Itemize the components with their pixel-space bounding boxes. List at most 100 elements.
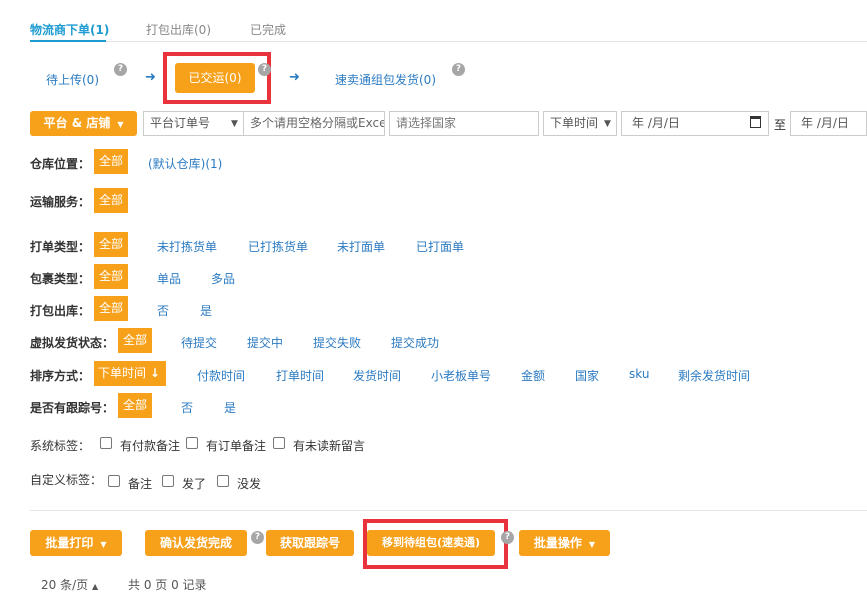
end-date-input[interactable]: 年 /月/日 (790, 111, 867, 136)
help-icon[interactable]: ? (452, 63, 465, 76)
move-to-group-button[interactable]: 移到待组包(速卖通) (367, 530, 495, 556)
calendar-icon[interactable] (750, 116, 761, 128)
section-divider (30, 510, 867, 511)
page-size-select[interactable]: 20 条/页 ▲ (41, 576, 98, 593)
pager-summary: 共 0 页 0 记录 (128, 578, 207, 592)
shipping-service-label: 运输服务： (30, 195, 91, 209)
tracking-all-chip[interactable]: 全部 (118, 393, 152, 418)
confirm-ship-button[interactable]: 确认发货完成 (145, 530, 247, 556)
sort-option[interactable]: 打单时间 (276, 367, 324, 384)
sort-option[interactable]: 发货时间 (353, 367, 401, 384)
package-type-all-chip[interactable]: 全部 (94, 264, 128, 289)
order-number-input[interactable]: 多个请用空格分隔或Excel复制粘贴 (244, 111, 385, 136)
tag-checkbox[interactable] (100, 437, 112, 449)
flow-step-pending-upload[interactable]: 待上传(0) (46, 71, 99, 88)
print-type-option[interactable]: 未打拣货单 (157, 238, 217, 255)
custom-tag-label: 没发 (237, 477, 262, 491)
help-icon[interactable]: ? (251, 531, 264, 544)
pack-out-all-chip[interactable]: 全部 (94, 296, 128, 321)
custom-tag-checkbox[interactable] (217, 475, 229, 487)
order-type-select[interactable]: 平台订单号 (143, 111, 244, 136)
sort-option[interactable]: 剩余发货时间 (678, 367, 750, 384)
flow-step-aliexpress-group[interactable]: 速卖通组包发货(0) (335, 71, 436, 88)
custom-tag-checkbox[interactable] (162, 475, 174, 487)
custom-tag-checkbox[interactable] (108, 475, 120, 487)
start-date-value: 年 /月/日 (632, 116, 680, 130)
virtual-ship-status-label: 虚拟发货状态： (30, 336, 115, 350)
time-type-select-value: 下单时间 (550, 116, 599, 130)
print-type-option[interactable]: 已打面单 (416, 238, 464, 255)
end-date-value: 年 /月/日 (801, 116, 849, 130)
country-input[interactable]: 请选择国家 (389, 111, 539, 136)
platform-store-label: 平台 & 店铺 (43, 116, 111, 130)
page-size-value: 20 条/页 (41, 578, 89, 592)
virtual-status-option[interactable]: 待提交 (181, 334, 217, 351)
caret-down-icon: ▼ (97, 540, 107, 549)
warehouse-option-default[interactable]: (默认仓库)(1) (148, 155, 222, 172)
virtual-status-option[interactable]: 提交中 (247, 334, 283, 351)
tag-label: 有订单备注 (206, 439, 267, 453)
warehouse-label: 仓库位置： (30, 157, 91, 171)
caret-down-icon: ▼ (114, 120, 124, 129)
virtual-status-option[interactable]: 提交成功 (391, 334, 439, 351)
caret-up-icon: ▲ (91, 582, 99, 591)
batch-print-label: 批量打印 (45, 536, 94, 550)
sort-option[interactable]: 国家 (575, 367, 599, 384)
get-tracking-button[interactable]: 获取跟踪号 (266, 530, 354, 556)
sort-option[interactable]: 金额 (521, 367, 545, 384)
shipping-all-chip[interactable]: 全部 (94, 188, 128, 213)
virtual-status-all-chip[interactable]: 全部 (118, 328, 152, 353)
sort-desc-icon: ↓ (149, 366, 160, 380)
help-icon[interactable]: ? (501, 531, 514, 544)
print-type-label: 打单类型： (30, 240, 91, 254)
arrow-right-icon: ➜ (145, 70, 156, 85)
sort-option[interactable]: 付款时间 (197, 367, 245, 384)
tab-pack-out[interactable]: 打包出库(0) (146, 21, 211, 38)
flow-step-shipped-button[interactable]: 已交运(0) (175, 63, 255, 93)
tag-label: 有未读新留言 (293, 439, 366, 453)
sort-active-label: 下单时间 (98, 366, 147, 380)
virtual-status-option[interactable]: 提交失败 (313, 334, 361, 351)
pack-out-option-yes[interactable]: 是 (200, 302, 212, 319)
package-type-label: 包裹类型： (30, 272, 91, 286)
help-icon[interactable]: ? (114, 63, 127, 76)
tab-completed[interactable]: 已完成 (250, 21, 286, 38)
sort-option[interactable]: 小老板单号 (431, 367, 491, 384)
package-type-option[interactable]: 多品 (211, 270, 235, 287)
tag-checkbox[interactable] (186, 437, 198, 449)
order-type-select-value: 平台订单号 (150, 116, 211, 130)
tag-label: 有付款备注 (120, 439, 181, 453)
tab-logistics-order[interactable]: 物流商下单(1) (30, 21, 109, 38)
pack-out-label: 打包出库： (30, 304, 91, 318)
print-type-all-chip[interactable]: 全部 (94, 232, 128, 257)
tab-bar: 物流商下单(1) 打包出库(0) 已完成 (30, 14, 867, 42)
caret-down-icon: ▼ (586, 540, 596, 549)
sort-option[interactable]: sku (629, 367, 649, 381)
package-type-option[interactable]: 单品 (157, 270, 181, 287)
system-tags-label: 系统标签： (30, 439, 91, 453)
start-date-input[interactable]: 年 /月/日 (621, 111, 769, 136)
arrow-right-icon: ➜ (289, 70, 300, 85)
warehouse-all-chip[interactable]: 全部 (94, 149, 128, 174)
tracking-option-no[interactable]: 否 (181, 399, 193, 416)
date-range-to-label: 至 (774, 118, 787, 132)
print-type-option[interactable]: 已打拣货单 (248, 238, 308, 255)
print-type-option[interactable]: 未打面单 (337, 238, 385, 255)
tracking-option-yes[interactable]: 是 (224, 399, 236, 416)
batch-print-button[interactable]: 批量打印 ▼ (30, 530, 122, 556)
tag-checkbox[interactable] (273, 437, 285, 449)
caret-down-icon: ▼ (231, 119, 238, 129)
custom-tag-label: 备注 (128, 477, 153, 491)
help-icon[interactable]: ? (258, 63, 271, 76)
pack-out-option-no[interactable]: 否 (157, 302, 169, 319)
batch-ops-button[interactable]: 批量操作 ▼ (519, 530, 610, 556)
tracking-label: 是否有跟踪号： (30, 401, 115, 415)
custom-tag-label: 发了 (182, 477, 207, 491)
batch-ops-label: 批量操作 (533, 536, 582, 550)
sort-label: 排序方式： (30, 369, 91, 383)
platform-store-button[interactable]: 平台 & 店铺 ▼ (30, 111, 137, 136)
caret-down-icon: ▼ (604, 119, 611, 129)
sort-active-chip[interactable]: 下单时间 ↓ (94, 361, 166, 386)
active-tab-underline (30, 40, 106, 42)
custom-tags-label: 自定义标签： (30, 473, 103, 487)
